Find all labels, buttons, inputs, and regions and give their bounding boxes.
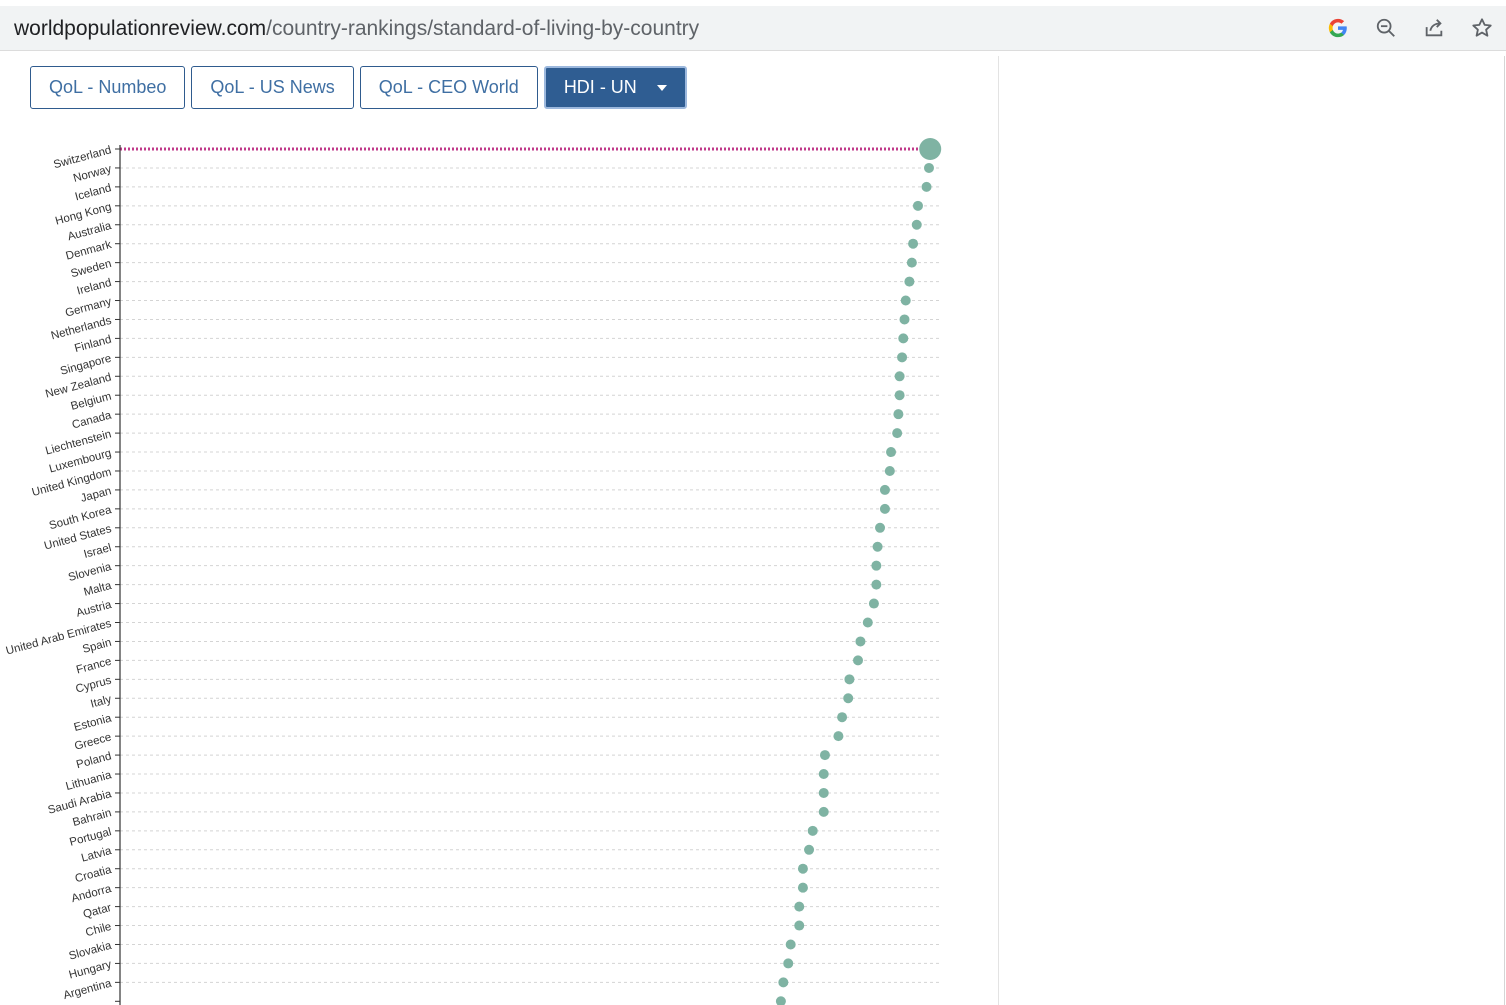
data-point [908,238,919,249]
hdi-dot-chart: SwitzerlandNorwayIcelandHong KongAustral… [5,138,942,1005]
y-tick-label: France [75,656,113,677]
y-tick-label: Italy [89,694,113,711]
data-point [875,522,886,533]
y-tick-label: Chile [84,921,112,939]
data-point [871,579,882,590]
address-bar[interactable]: worldpopulationreview.com/country-rankin… [0,6,1506,51]
y-tick-label: Finland [73,334,113,355]
y-tick-label: Bahrain [71,807,112,829]
data-point [906,257,917,268]
data-point [807,825,818,836]
data-point [879,503,890,514]
data-point [797,882,808,893]
data-point [911,219,922,230]
data-point [893,409,904,420]
data-point [894,390,905,401]
data-point [886,447,897,458]
data-point [818,806,829,817]
data-point [804,844,815,855]
url-text[interactable]: worldpopulationreview.com/country-rankin… [14,17,699,41]
data-point [818,787,829,798]
data-point [855,636,866,647]
data-point [775,996,786,1005]
data-point [853,655,863,666]
data-point [894,371,905,382]
share-icon[interactable] [1418,12,1450,44]
data-point [833,731,844,742]
y-tick-label: Cyprus [74,675,113,696]
data-point [872,541,883,552]
y-tick-label: Norway [72,163,113,185]
y-tick-label: Iceland [74,182,113,203]
data-point [785,939,796,950]
data-point [794,920,805,931]
y-tick-label: Ireland [76,277,113,298]
data-point [923,162,934,173]
data-point [898,333,909,344]
data-point [843,693,854,704]
y-tick-label: Estonia [73,712,114,734]
data-point [871,560,882,571]
data-point [900,295,911,306]
data-point [897,352,908,363]
data-point [818,769,829,780]
column-divider [998,56,999,1005]
data-point [899,314,910,325]
y-tick-label: Greece [73,731,113,752]
data-point [879,484,890,495]
data-point [884,465,895,476]
star-icon[interactable] [1466,12,1498,44]
y-tick-label: Spain [81,637,113,656]
data-point [794,901,805,912]
y-tick-label: Qatar [82,902,113,921]
google-icon[interactable] [1322,12,1354,44]
page-edge [1504,56,1505,1005]
data-point [837,712,848,723]
y-tick-label: Poland [75,750,113,771]
y-tick-label: Israel [83,542,113,561]
data-point [904,276,915,287]
y-tick-label: Malta [83,580,114,599]
y-tick-label: Croatia [74,864,113,885]
data-point [912,200,923,211]
y-tick-label: Latvia [80,845,113,865]
data-point [844,674,855,685]
y-tick-label: Japan [79,485,112,505]
data-point [783,958,794,969]
data-point [778,977,789,988]
y-tick-label: Austria [75,599,113,620]
data-point [819,750,830,761]
data-point [868,598,879,609]
zoom-out-icon[interactable] [1370,12,1402,44]
data-point [892,428,903,439]
data-point [862,617,873,628]
data-point [797,863,808,874]
data-point [921,181,932,192]
highlight-point [919,138,942,160]
